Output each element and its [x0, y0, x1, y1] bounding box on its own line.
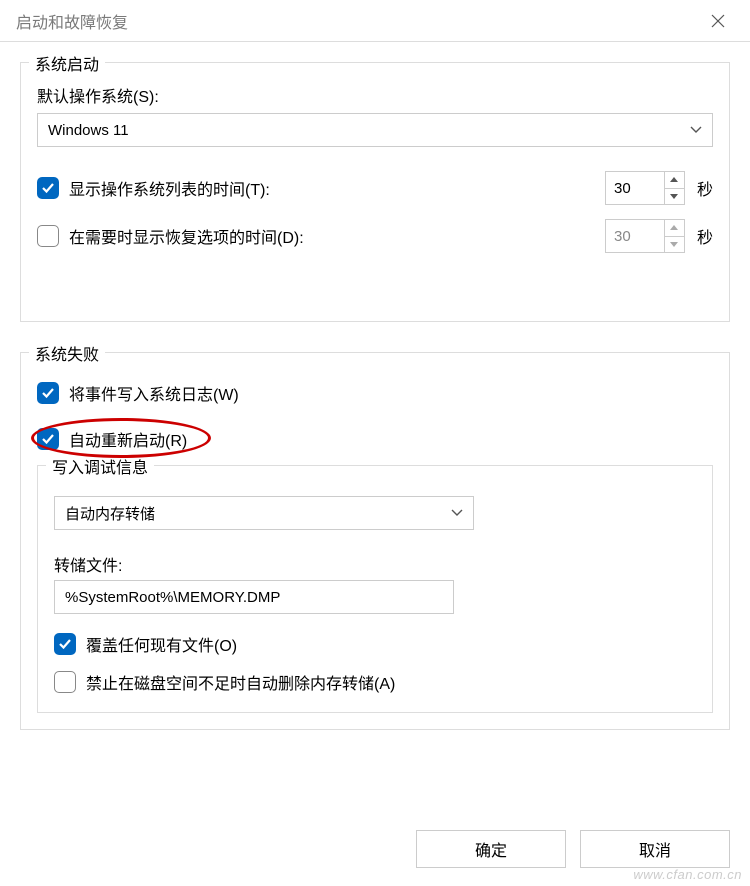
spinner-up: [665, 220, 684, 237]
dump-file-label: 转储文件:: [54, 552, 696, 576]
system-startup-group: 系统启动 默认操作系统(S): Windows 11 显示操作系统列表的时间(T…: [20, 62, 730, 322]
show-os-list-label: 显示操作系统列表的时间(T):: [69, 176, 270, 200]
dump-file-value: %SystemRoot%\MEMORY.DMP: [65, 589, 280, 606]
show-recovery-row: 在需要时显示恢复选项的时间(D): 30 秒: [37, 219, 713, 253]
os-list-time-value: 30: [606, 172, 664, 204]
watermark: www.cfan.com.cn: [633, 867, 742, 882]
chevron-down-icon: [451, 509, 463, 517]
show-recovery-label: 在需要时显示恢复选项的时间(D):: [69, 224, 304, 248]
write-event-log-label: 将事件写入系统日志(W): [69, 381, 239, 405]
dialog-buttons: 确定 取消: [416, 830, 730, 868]
show-recovery-checkbox[interactable]: [37, 225, 59, 247]
write-event-log-checkbox[interactable]: [37, 382, 59, 404]
auto-restart-label: 自动重新启动(R): [69, 427, 187, 451]
dump-file-input[interactable]: %SystemRoot%\MEMORY.DMP: [54, 580, 454, 614]
cancel-button[interactable]: 取消: [580, 830, 730, 868]
debug-info-label: 写入调试信息: [46, 454, 154, 478]
content-area: 系统启动 默认操作系统(S): Windows 11 显示操作系统列表的时间(T…: [0, 42, 750, 748]
disable-auto-delete-checkbox[interactable]: [54, 671, 76, 693]
overwrite-label: 覆盖任何现有文件(O): [86, 632, 237, 656]
os-list-time-spinner[interactable]: 30: [605, 171, 685, 205]
chevron-down-icon: [690, 126, 702, 134]
system-failure-label: 系统失败: [29, 341, 105, 365]
overwrite-row: 覆盖任何现有文件(O): [54, 632, 696, 656]
default-os-label: 默认操作系统(S):: [37, 83, 713, 107]
recovery-time-value: 30: [606, 220, 664, 252]
spinner-buttons: [664, 220, 684, 252]
disable-auto-delete-label: 禁止在磁盘空间不足时自动删除内存转储(A): [86, 670, 395, 694]
default-os-value: Windows 11: [48, 122, 129, 139]
recovery-time-unit: 秒: [697, 224, 713, 248]
dump-type-value: 自动内存转储: [65, 503, 155, 524]
write-event-log-row: 将事件写入系统日志(W): [37, 381, 713, 405]
default-os-select[interactable]: Windows 11: [37, 113, 713, 147]
system-startup-label: 系统启动: [29, 51, 105, 75]
spinner-buttons: [664, 172, 684, 204]
debug-info-group: 写入调试信息 自动内存转储 转储文件: %SystemRoot%\MEMORY.…: [37, 465, 713, 713]
close-button[interactable]: [698, 6, 738, 36]
spinner-up[interactable]: [665, 172, 684, 189]
show-os-list-checkbox[interactable]: [37, 177, 59, 199]
ok-button[interactable]: 确定: [416, 830, 566, 868]
window-title: 启动和故障恢复: [16, 9, 128, 33]
os-list-time-wrap: 30 秒: [605, 171, 713, 205]
overwrite-checkbox[interactable]: [54, 633, 76, 655]
recovery-time-spinner: 30: [605, 219, 685, 253]
system-failure-group: 系统失败 将事件写入系统日志(W) 自动重新启动(R) 写入调试信息 自动内存转…: [20, 352, 730, 730]
recovery-time-wrap: 30 秒: [605, 219, 713, 253]
auto-restart-row: 自动重新启动(R): [37, 427, 713, 451]
auto-restart-checkbox[interactable]: [37, 428, 59, 450]
disable-auto-delete-row: 禁止在磁盘空间不足时自动删除内存转储(A): [54, 670, 696, 694]
show-os-list-row: 显示操作系统列表的时间(T): 30 秒: [37, 171, 713, 205]
dump-type-select[interactable]: 自动内存转储: [54, 496, 474, 530]
titlebar: 启动和故障恢复: [0, 0, 750, 42]
spinner-down[interactable]: [665, 189, 684, 205]
os-list-time-unit: 秒: [697, 176, 713, 200]
spinner-down: [665, 237, 684, 253]
